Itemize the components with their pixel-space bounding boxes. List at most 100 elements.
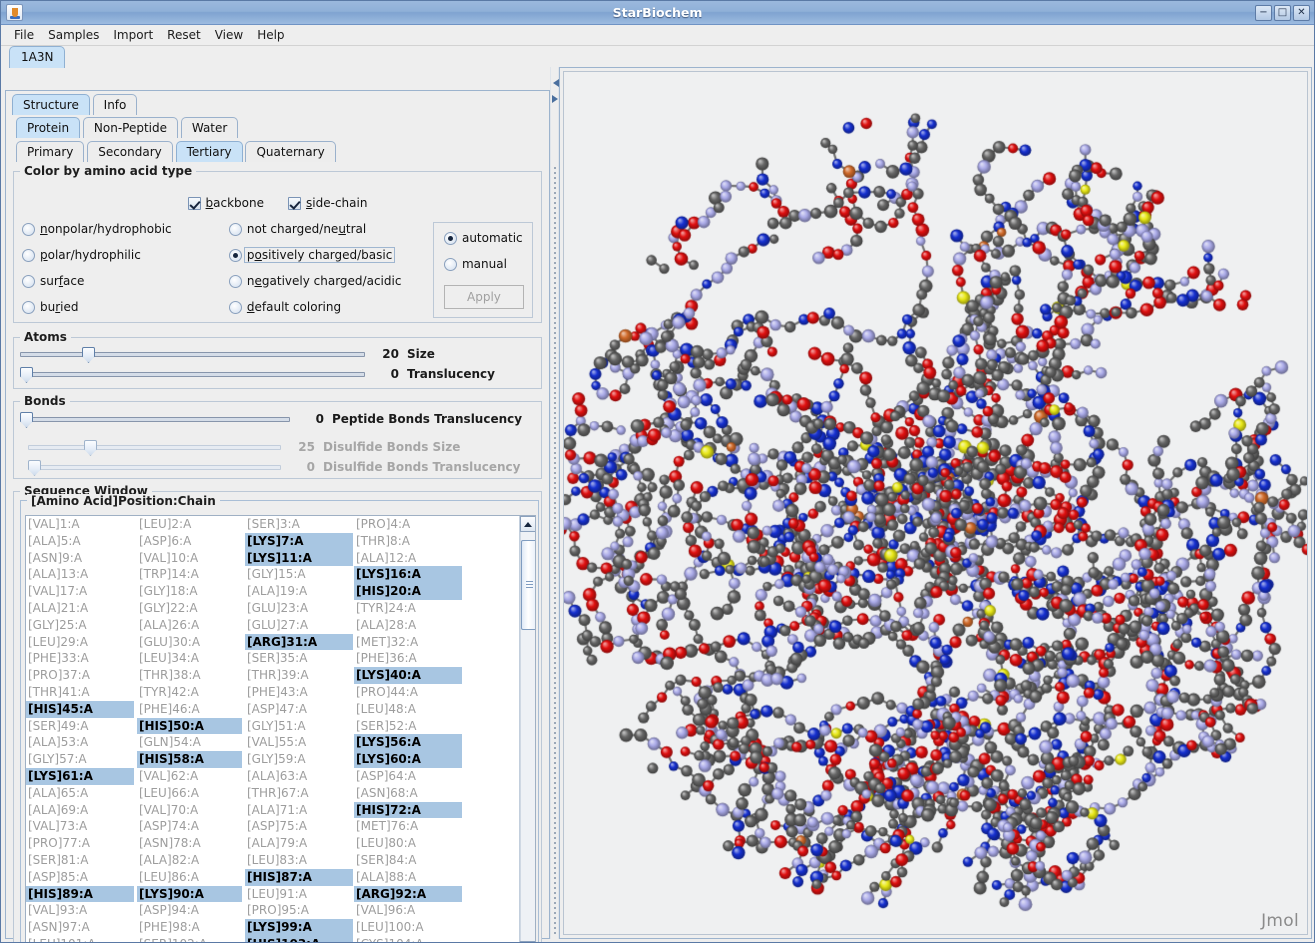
residue-cell-arg-31[interactable]: [ARG]31:A: [245, 633, 353, 651]
residue-cell-asp-75[interactable]: [ASP]75:A: [245, 818, 307, 835]
tab-structure[interactable]: Structure: [12, 94, 90, 115]
residue-cell-ser-3[interactable]: [SER]3:A: [245, 516, 300, 533]
residue-cell-phe-98[interactable]: [PHE]98:A: [137, 919, 200, 936]
menu-view[interactable]: View: [208, 26, 250, 44]
residue-cell-asp-6[interactable]: [ASP]6:A: [137, 533, 191, 550]
residue-cell-gly-18[interactable]: [GLY]18:A: [137, 583, 198, 600]
residue-cell-leu-34[interactable]: [LEU]34:A: [137, 650, 199, 667]
residue-cell-pro-37[interactable]: [PRO]37:A: [26, 667, 90, 684]
radio-automatic[interactable]: automatic: [443, 231, 523, 245]
tab-non-peptide[interactable]: Non-Peptide: [82, 117, 179, 138]
atoms-translucency-thumb[interactable]: [20, 367, 33, 383]
residue-cell-ala-12[interactable]: [ALA]12:A: [354, 550, 416, 567]
residue-cell-lys-90[interactable]: [LYS]90:A: [137, 885, 242, 903]
residue-cell-his-89[interactable]: [HIS]89:A: [26, 885, 134, 903]
residue-cell-pro-4[interactable]: [PRO]4:A: [354, 516, 410, 533]
residue-cell-trp-14[interactable]: [TRP]14:A: [137, 566, 199, 583]
residue-cell-ala-13[interactable]: [ALA]13:A: [26, 566, 88, 583]
residue-cell-glu-23[interactable]: [GLU]23:A: [245, 600, 308, 617]
tab-secondary[interactable]: Secondary: [87, 141, 173, 162]
residue-cell-asp-47[interactable]: [ASP]47:A: [245, 701, 307, 718]
residue-cell-his-45[interactable]: [HIS]45:A: [26, 700, 134, 718]
residue-cell-asn-78[interactable]: [ASN]78:A: [137, 835, 201, 852]
residue-cell-ala-88[interactable]: [ALA]88:A: [354, 869, 416, 886]
radio-not-charged-neutral[interactable]: not charged/neutral: [228, 222, 429, 236]
residue-cell-ala-19[interactable]: [ALA]19:A: [245, 583, 307, 600]
residue-cell-ala-69[interactable]: [ALA]69:A: [26, 802, 88, 819]
residue-cell-met-76[interactable]: [MET]76:A: [354, 818, 418, 835]
scroll-up-button[interactable]: [520, 516, 535, 532]
radio-negatively-charged-acidic[interactable]: negatively charged/acidic: [228, 274, 429, 288]
residue-cell-leu-91[interactable]: [LEU]91:A: [245, 886, 307, 903]
menu-samples[interactable]: Samples: [41, 26, 106, 44]
residue-cell-glu-27[interactable]: [GLU]27:A: [245, 617, 308, 634]
radio-manual[interactable]: manual: [443, 257, 507, 271]
tab-water[interactable]: Water: [180, 117, 239, 138]
residue-cell-tyr-24[interactable]: [TYR]24:A: [354, 600, 416, 617]
panel-splitter[interactable]: [550, 67, 559, 939]
residue-cell-ser-84[interactable]: [SER]84:A: [354, 852, 416, 869]
residue-cell-pro-95[interactable]: [PRO]95:A: [245, 902, 309, 919]
residue-cell-thr-67[interactable]: [THR]67:A: [245, 785, 309, 802]
radio-surface[interactable]: surface: [22, 274, 229, 288]
residue-cell-leu-83[interactable]: [LEU]83:A: [245, 852, 307, 869]
residue-cell-ala-53[interactable]: [ALA]53:A: [26, 734, 88, 751]
residue-cell-lys-60[interactable]: [LYS]60:A: [354, 751, 462, 768]
radio-positively-charged-basic[interactable]: positively charged/basic: [228, 247, 429, 263]
residue-cell-phe-33[interactable]: [PHE]33:A: [26, 650, 89, 667]
residue-cell-val-10[interactable]: [VAL]10:A: [137, 550, 198, 567]
residue-cell-his-20[interactable]: [HIS]20:A: [354, 583, 462, 600]
residue-cell-lys-56[interactable]: [LYS]56:A: [354, 734, 462, 752]
residue-cell-leu-80[interactable]: [LEU]80:A: [354, 835, 416, 852]
tab-tertiary[interactable]: Tertiary: [175, 141, 243, 162]
atoms-size-slider[interactable]: [20, 344, 365, 364]
tab-protein[interactable]: Protein: [16, 117, 81, 138]
residue-cell-his-58[interactable]: [HIS]58:A: [137, 751, 242, 768]
residue-cell-ala-26[interactable]: [ALA]26:A: [137, 617, 199, 634]
residue-cell-arg-92[interactable]: [ARG]92:A: [354, 885, 462, 903]
residue-cell-his-50[interactable]: [HIS]50:A: [137, 717, 242, 735]
maximize-button[interactable]: □: [1274, 4, 1291, 21]
residue-cell-leu-29[interactable]: [LEU]29:A: [26, 634, 88, 651]
tab-info[interactable]: Info: [92, 94, 138, 115]
residue-cell-asp-64[interactable]: [ASP]64:A: [354, 768, 416, 785]
residue-cell-phe-43[interactable]: [PHE]43:A: [245, 684, 308, 701]
residue-cell-ser-49[interactable]: [SER]49:A: [26, 718, 88, 735]
menu-import[interactable]: Import: [106, 26, 160, 44]
residue-cell-val-1[interactable]: [VAL]1:A: [26, 516, 80, 533]
residue-cell-his-103[interactable]: [HIS]103:A: [245, 935, 353, 942]
residue-cell-pro-77[interactable]: [PRO]77:A: [26, 835, 90, 852]
atoms-size-thumb[interactable]: [82, 347, 95, 363]
residue-cell-gln-54[interactable]: [GLN]54:A: [137, 734, 201, 751]
residue-cell-leu-66[interactable]: [LEU]66:A: [137, 785, 199, 802]
sequence-residue-list[interactable]: [VAL]1:A [LEU]2:A [SER]3:A [PRO]4:A [ALA]5:A…: [26, 516, 519, 942]
residue-cell-phe-46[interactable]: [PHE]46:A: [137, 701, 200, 718]
residue-cell-his-72[interactable]: [HIS]72:A: [354, 801, 462, 819]
residue-cell-pro-44[interactable]: [PRO]44:A: [354, 684, 418, 701]
radio-nonpolar-hydrophobic[interactable]: nonpolar/hydrophobic: [22, 222, 229, 236]
close-button[interactable]: ✕: [1293, 4, 1310, 21]
checkbox-side-chain[interactable]: side-chain: [288, 196, 367, 210]
residue-cell-tyr-42[interactable]: [TYR]42:A: [137, 684, 199, 701]
residue-cell-thr-38[interactable]: [THR]38:A: [137, 667, 201, 684]
residue-cell-gly-25[interactable]: [GLY]25:A: [26, 617, 87, 634]
residue-cell-lys-99[interactable]: [LYS]99:A: [245, 919, 353, 936]
jmol-3d-viewport[interactable]: Jmol: [563, 71, 1308, 935]
residue-cell-thr-39[interactable]: [THR]39:A: [245, 667, 309, 684]
residue-cell-lys-40[interactable]: [LYS]40:A: [354, 667, 462, 684]
residue-cell-val-96[interactable]: [VAL]96:A: [354, 902, 415, 919]
residue-cell-ser-35[interactable]: [SER]35:A: [245, 650, 307, 667]
sequence-vertical-scrollbar[interactable]: [519, 516, 535, 942]
checkbox-backbone[interactable]: backbone: [187, 196, 264, 210]
menu-file[interactable]: File: [7, 26, 41, 44]
residue-cell-asp-94[interactable]: [ASP]94:A: [137, 902, 199, 919]
residue-cell-lys-16[interactable]: [LYS]16:A: [354, 566, 462, 584]
scrollbar-thumb[interactable]: [521, 540, 535, 630]
residue-cell-gly-15[interactable]: [GLY]15:A: [245, 566, 306, 583]
residue-cell-lys-61[interactable]: [LYS]61:A: [26, 767, 134, 785]
residue-cell-val-73[interactable]: [VAL]73:A: [26, 818, 87, 835]
residue-cell-ala-28[interactable]: [ALA]28:A: [354, 617, 416, 634]
peptide-bonds-translucency-thumb[interactable]: [20, 412, 33, 428]
residue-cell-ala-65[interactable]: [ALA]65:A: [26, 785, 88, 802]
residue-cell-ser-102[interactable]: [SER]102:A: [137, 936, 207, 942]
